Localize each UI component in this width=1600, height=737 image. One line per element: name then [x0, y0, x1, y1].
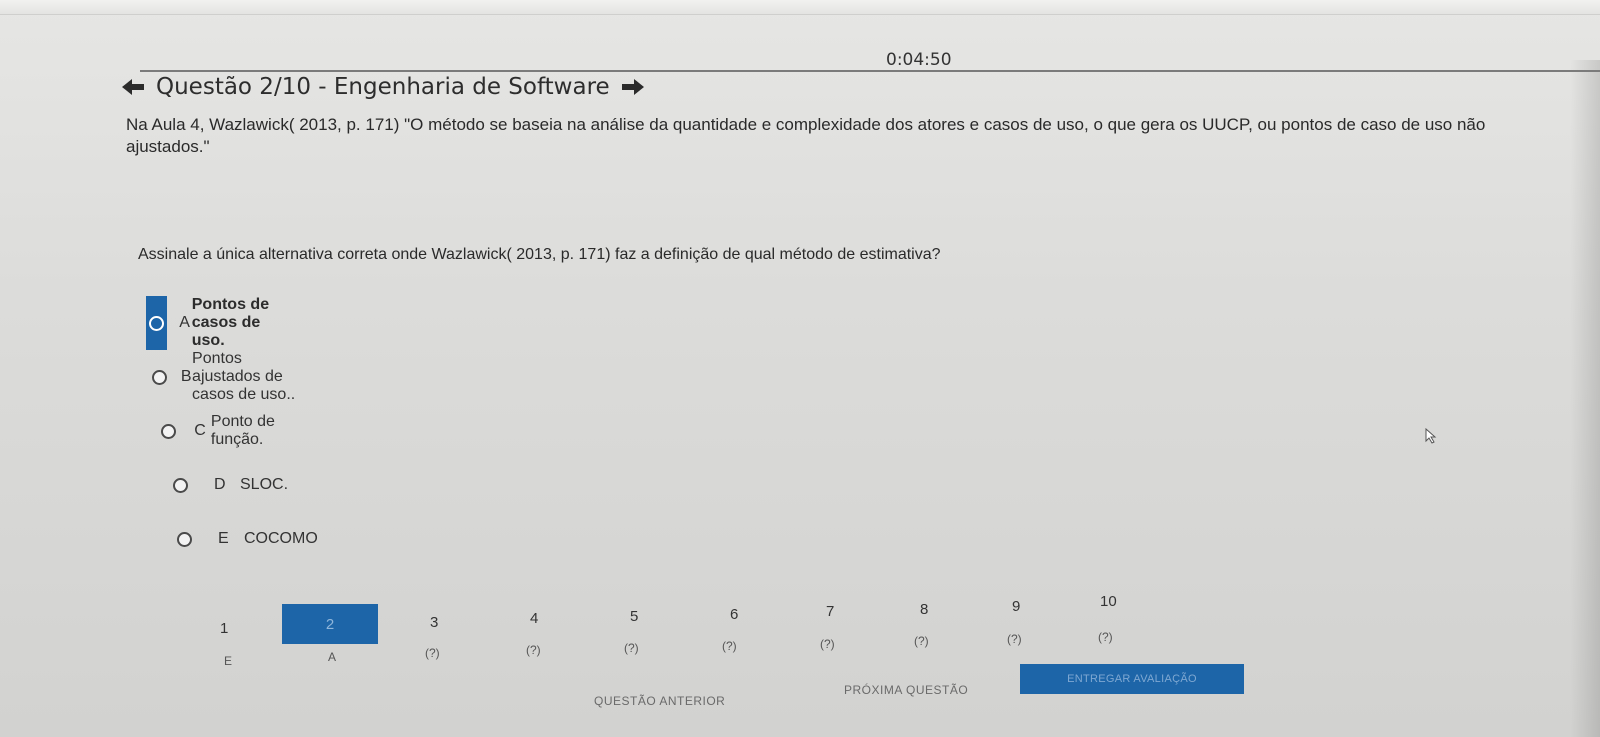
option-c[interactable]: C Ponto de função.: [154, 404, 288, 458]
option-letter: D: [214, 476, 226, 493]
radio-icon[interactable]: [151, 369, 167, 385]
option-a[interactable]: A Pontos de casos de uso.: [146, 296, 282, 350]
option-text: Pontos ajustados de casos de uso..: [192, 350, 296, 403]
option-d-selector[interactable]: [158, 458, 202, 512]
nav-question-3[interactable]: 3: [430, 614, 438, 631]
option-b[interactable]: B Pontos ajustados de casos de uso..: [150, 350, 300, 404]
nav-answer-10: (?): [1098, 630, 1113, 644]
radio-icon[interactable]: [160, 423, 176, 439]
statement-line-1: Na Aula 4, Wazlawick( 2013, p. 171) "O m…: [126, 115, 1486, 134]
nav-question-5[interactable]: 5: [630, 608, 638, 625]
nav-question-4[interactable]: 4: [530, 610, 538, 627]
option-b-selector[interactable]: [150, 350, 169, 404]
option-text: Ponto de função.: [210, 413, 275, 448]
nav-question-7[interactable]: 7: [826, 603, 834, 620]
nav-answer-1: E: [224, 654, 233, 668]
option-text: COCOMO: [244, 530, 318, 547]
option-letter: A: [179, 314, 190, 331]
submit-assessment-button[interactable]: ENTREGAR AVALIAÇÃO: [1020, 664, 1244, 694]
option-text: SLOC.: [240, 476, 289, 493]
question-title: Questão 2/10 - Engenharia de Software: [156, 74, 610, 100]
option-letter: B: [180, 368, 192, 385]
nav-answer-5: (?): [624, 641, 639, 655]
option-letter: E: [218, 530, 229, 547]
radio-icon[interactable]: [176, 531, 192, 547]
timer: 0:04:50: [886, 50, 952, 70]
radio-icon[interactable]: [149, 315, 165, 331]
nav-answer-9: (?): [1007, 632, 1022, 646]
nav-question-9[interactable]: 9: [1012, 598, 1020, 615]
option-d[interactable]: D SLOC.: [158, 458, 288, 512]
nav-answer-4: (?): [526, 643, 541, 657]
option-e-selector[interactable]: [162, 512, 206, 566]
nav-answer-7: (?): [820, 637, 835, 651]
statement-line-2: ajustados.": [126, 137, 210, 156]
nav-question-1[interactable]: 1: [220, 620, 228, 637]
question-statement: Na Aula 4, Wazlawick( 2013, p. 171) "O m…: [126, 114, 1600, 158]
screen: 0:04:50 Questão 2/10 - Engenharia de Sof…: [0, 0, 1600, 737]
option-letter: C: [194, 422, 206, 439]
option-text: Pontos de casos de uso.: [191, 296, 270, 349]
arrow-left-icon[interactable]: [120, 77, 146, 97]
nav-question-6[interactable]: 6: [730, 606, 738, 623]
nav-question-10[interactable]: 10: [1100, 593, 1117, 610]
option-e[interactable]: E COCOMO: [162, 512, 318, 566]
mouse-cursor-icon: [1425, 427, 1437, 444]
nav-answer-8: (?): [914, 634, 929, 648]
radio-icon[interactable]: [172, 477, 188, 493]
arrow-right-icon[interactable]: [620, 77, 646, 97]
nav-answer-3: (?): [425, 646, 440, 660]
nav-answer-6: (?): [722, 639, 737, 653]
nav-question-8[interactable]: 8: [920, 601, 928, 618]
question-prompt: Assinale a única alternativa correta ond…: [138, 246, 941, 263]
nav-question-2-current[interactable]: 2: [282, 604, 378, 644]
browser-top-bar: [0, 0, 1600, 15]
option-c-selector[interactable]: [154, 404, 182, 458]
previous-question-button[interactable]: QUESTÃO ANTERIOR: [594, 694, 725, 708]
screen-edge-shadow: [1570, 60, 1600, 737]
question-header: Questão 2/10 - Engenharia de Software: [120, 74, 646, 100]
nav-answer-2: A: [328, 650, 337, 664]
option-a-selector[interactable]: [146, 296, 168, 350]
next-question-button[interactable]: PRÓXIMA QUESTÃO: [844, 683, 968, 697]
header-divider: [140, 70, 1600, 72]
